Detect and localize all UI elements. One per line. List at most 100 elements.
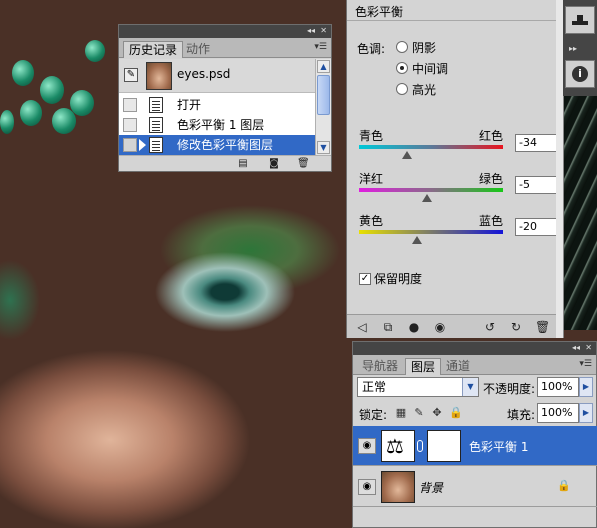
history-titlebar[interactable]: ◂◂ ✕ bbox=[119, 25, 331, 38]
yellow-blue-value-input[interactable]: -20 bbox=[515, 218, 557, 236]
yellow-blue-slider[interactable] bbox=[359, 230, 503, 234]
magenta-green-value-input[interactable]: -5 bbox=[515, 176, 557, 194]
tab-actions[interactable]: 动作 bbox=[181, 41, 215, 58]
eye-icon[interactable]: ◉ bbox=[358, 438, 376, 454]
clip-to-layer-icon[interactable]: ⧉ bbox=[381, 320, 395, 334]
crown-jewel bbox=[52, 108, 76, 134]
opacity-input[interactable]: 100% bbox=[537, 377, 579, 397]
blend-row: 正常 ▼ 不透明度: 100% ▶ bbox=[353, 377, 596, 401]
preserve-luminosity-checkbox[interactable]: ✓ bbox=[359, 273, 371, 285]
magenta-green-slider[interactable] bbox=[359, 188, 503, 192]
tab-layers[interactable]: 图层 bbox=[405, 358, 442, 375]
history-snapshot[interactable]: ✎ eyes.psd bbox=[119, 59, 315, 93]
history-brush-source-box[interactable] bbox=[123, 118, 137, 132]
collapse-icon[interactable]: ◂◂ bbox=[307, 26, 315, 36]
history-brush-source-box[interactable] bbox=[123, 138, 137, 152]
history-brush-source-box[interactable] bbox=[123, 98, 137, 112]
icon-dock: ▸▸ i bbox=[563, 0, 597, 96]
panel-menu-icon[interactable]: ▾☰ bbox=[579, 359, 592, 369]
fill-slider-arrow-icon[interactable]: ▶ bbox=[579, 403, 593, 423]
radio-shadows-label: 阴影 bbox=[412, 41, 437, 55]
chevron-down-icon[interactable]: ▼ bbox=[462, 378, 478, 396]
preserve-luminosity-label: 保留明度 bbox=[374, 272, 423, 286]
eye-icon[interactable]: ◉ bbox=[358, 479, 376, 495]
crown-jewel bbox=[85, 40, 105, 62]
yellow-blue-slider-thumb[interactable] bbox=[411, 236, 422, 244]
layers-titlebar[interactable]: ◂◂ ✕ bbox=[353, 342, 596, 355]
layer-row-color-balance[interactable]: ◉ ⚖ 色彩平衡 1 bbox=[353, 426, 597, 466]
tab-channels[interactable]: 通道 bbox=[441, 358, 475, 375]
fill-input[interactable]: 100% bbox=[537, 403, 579, 423]
lock-image-icon[interactable]: ✎ bbox=[413, 407, 425, 419]
camera-snapshot-icon[interactable]: ◙ bbox=[268, 158, 280, 169]
lock-icon: 🔒 bbox=[557, 479, 571, 492]
cyan-red-slider-thumb[interactable] bbox=[401, 151, 412, 159]
history-state-selected[interactable]: 修改色彩平衡图层 bbox=[119, 135, 315, 155]
history-state-icon bbox=[149, 137, 163, 153]
slider-yellow-label: 黄色 bbox=[359, 214, 384, 228]
crown-jewel bbox=[12, 60, 34, 86]
history-scrollbar[interactable]: ▲ ▼ bbox=[315, 59, 331, 155]
slider-magenta-label: 洋红 bbox=[359, 172, 384, 186]
tab-navigator[interactable]: 导航器 bbox=[357, 358, 403, 375]
crown-jewel bbox=[70, 90, 94, 116]
cyan-red-value-input[interactable]: -34 bbox=[515, 134, 557, 152]
lock-position-icon[interactable]: ✥ bbox=[431, 407, 443, 419]
color-balance-panel: 色彩平衡 色调: 阴影 中间调 高光 青色 红色 -34 洋红 绿色 -5 黄色… bbox=[346, 0, 564, 338]
snapshot-name: eyes.psd bbox=[177, 67, 231, 81]
histogram-icon[interactable] bbox=[565, 6, 595, 34]
cyan-red-slider[interactable] bbox=[359, 145, 503, 149]
lock-transparency-icon[interactable]: ▦ bbox=[395, 407, 407, 419]
history-state-icon bbox=[149, 117, 163, 133]
collapse-icon[interactable]: ◂◂ bbox=[572, 343, 580, 353]
layer-name[interactable]: 色彩平衡 1 bbox=[469, 438, 528, 455]
info-icon[interactable]: i bbox=[565, 60, 595, 88]
new-document-from-state-icon[interactable]: ▤ bbox=[237, 158, 249, 169]
trash-icon[interactable]: 🗑 bbox=[535, 320, 550, 334]
layers-tab-row: 导航器 图层 通道 ▾☰ bbox=[353, 355, 596, 375]
slider-cyan-label: 青色 bbox=[359, 129, 384, 143]
snapshot-thumbnail bbox=[146, 62, 172, 90]
history-bottom-bar: ▤ ◙ 🗑 bbox=[119, 155, 331, 171]
fill-label: 填充: bbox=[507, 408, 536, 422]
balance-scale-icon: ⚖ bbox=[386, 434, 404, 458]
lock-all-icon[interactable]: 🔒 bbox=[449, 407, 463, 419]
close-icon[interactable]: ✕ bbox=[585, 343, 592, 353]
reset-icon[interactable]: ↻ bbox=[509, 320, 523, 334]
blend-mode-select[interactable]: 正常 ▼ bbox=[357, 377, 479, 397]
panel-menu-icon[interactable]: ▾☰ bbox=[314, 42, 327, 52]
histogram-glyph bbox=[572, 15, 588, 25]
opacity-label: 不透明度: bbox=[483, 382, 536, 396]
back-arrow-icon[interactable]: ◁ bbox=[355, 320, 369, 334]
radio-highlights[interactable] bbox=[396, 83, 408, 95]
layer-row-background[interactable]: ◉ 背景 🔒 bbox=[353, 467, 597, 507]
trash-icon[interactable]: 🗑 bbox=[297, 158, 310, 169]
scroll-down-icon[interactable]: ▼ bbox=[317, 141, 330, 154]
crown-jewel bbox=[40, 76, 64, 104]
mask-icon[interactable]: ● bbox=[407, 320, 421, 334]
history-state[interactable]: 色彩平衡 1 图层 bbox=[119, 115, 315, 135]
divider bbox=[347, 20, 563, 21]
dock-expand-icon[interactable]: ▸▸ bbox=[569, 44, 577, 54]
slider-blue-label: 蓝色 bbox=[479, 214, 504, 228]
history-state[interactable]: 打开 bbox=[119, 95, 315, 115]
layer-mask-thumbnail[interactable] bbox=[427, 430, 461, 462]
link-chain-icon[interactable] bbox=[417, 440, 423, 452]
radio-highlights-label: 高光 bbox=[412, 83, 437, 97]
tab-history[interactable]: 历史记录 bbox=[123, 41, 184, 58]
radio-shadows[interactable] bbox=[396, 41, 408, 53]
scroll-up-icon[interactable]: ▲ bbox=[317, 60, 330, 73]
slider-red-label: 红色 bbox=[479, 129, 504, 143]
history-state-label: 打开 bbox=[177, 98, 202, 112]
magenta-green-slider-thumb[interactable] bbox=[422, 194, 433, 202]
layer-name[interactable]: 背景 bbox=[419, 479, 443, 496]
scroll-thumb[interactable] bbox=[317, 75, 330, 115]
eye-icon[interactable]: ◉ bbox=[433, 320, 447, 334]
slider-green-label: 绿色 bbox=[479, 172, 504, 186]
radio-midtones[interactable] bbox=[396, 62, 408, 74]
opacity-slider-arrow-icon[interactable]: ▶ bbox=[579, 377, 593, 397]
history-state-label: 修改色彩平衡图层 bbox=[177, 138, 274, 152]
view-previous-icon[interactable]: ↺ bbox=[483, 320, 497, 334]
close-icon[interactable]: ✕ bbox=[320, 26, 327, 36]
crown-jewel bbox=[20, 100, 42, 126]
